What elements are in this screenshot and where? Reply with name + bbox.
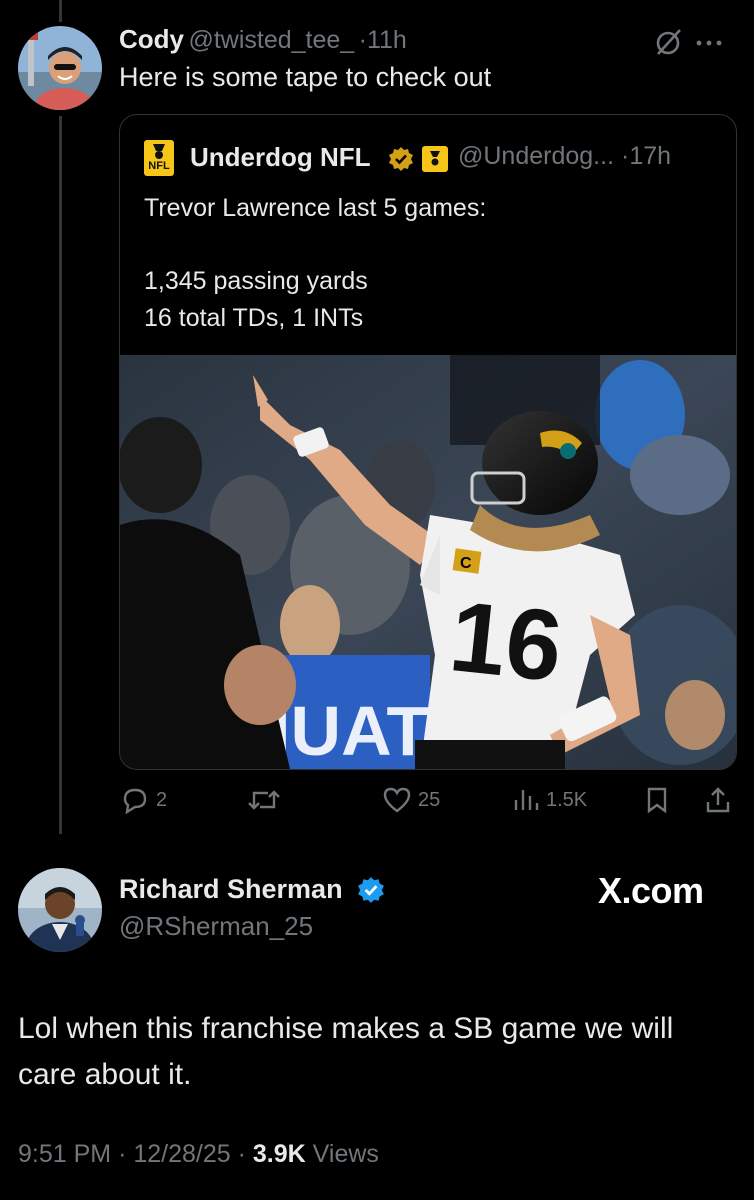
cody-tweet-text: Here is some tape to check out bbox=[119, 62, 492, 92]
quoted-handle[interactable]: @Underdog... bbox=[458, 142, 614, 170]
affiliate-badge-icon bbox=[422, 146, 448, 172]
views-chart-icon bbox=[514, 790, 539, 810]
thread-line-top bbox=[59, 0, 62, 22]
tweet-views-label: Views bbox=[312, 1140, 379, 1168]
cody-avatar[interactable] bbox=[18, 26, 102, 110]
x-com-watermark: X.com bbox=[598, 870, 704, 911]
gold-verified-icon bbox=[388, 146, 414, 172]
grok-slash-icon[interactable] bbox=[652, 26, 684, 58]
jersey-number: 16 bbox=[445, 580, 567, 703]
quoted-text-line-3: 16 total TDs, 1 INTs bbox=[144, 304, 364, 332]
heart-icon bbox=[383, 787, 411, 813]
more-dots-icon[interactable] bbox=[694, 35, 724, 46]
underdog-logo-text: NFL bbox=[148, 160, 170, 172]
thread-line bbox=[59, 116, 62, 834]
tweet-views-count[interactable]: 3.9K bbox=[253, 1140, 306, 1168]
tweet-time[interactable]: 9:51 PM bbox=[18, 1140, 111, 1168]
captain-patch: C bbox=[460, 555, 472, 572]
sherman-handle[interactable]: @RSherman_25 bbox=[119, 911, 313, 942]
separator-dot: · bbox=[358, 26, 367, 54]
cody-time[interactable]: 11h bbox=[367, 26, 407, 54]
quoted-tweet-card[interactable]: NFL Underdog NFL @Underdog... ·17h Trevo… bbox=[119, 114, 737, 770]
sherman-tweet-text: Lol when this franchise makes a SB game … bbox=[18, 1012, 674, 1091]
stadium-photo-illustration: NUAT 16 C bbox=[120, 355, 736, 769]
views-action[interactable]: 1.5K bbox=[512, 786, 587, 814]
repost-icon bbox=[248, 790, 280, 810]
reply-bubble-icon bbox=[123, 788, 147, 814]
quoted-header: Underdog NFL bbox=[190, 142, 371, 173]
quoted-text-line-1: Trevor Lawrence last 5 games: bbox=[144, 194, 487, 222]
sherman-avatar[interactable] bbox=[18, 868, 102, 952]
footer-separator-1: · bbox=[118, 1140, 127, 1168]
quoted-time[interactable]: 17h bbox=[629, 142, 671, 170]
reply-action[interactable]: 2 bbox=[120, 786, 167, 814]
quoted-author-name[interactable]: Underdog NFL bbox=[190, 142, 371, 172]
blue-verified-icon bbox=[357, 876, 385, 904]
share-icon[interactable] bbox=[704, 786, 732, 814]
reply-count: 2 bbox=[156, 788, 168, 811]
bookmark-icon[interactable] bbox=[644, 786, 670, 814]
underdog-logo[interactable]: NFL bbox=[144, 140, 174, 176]
tweet-footer: 9:51 PM · 12/28/25 · 3.9K Views bbox=[18, 1140, 379, 1169]
quoted-meta: @Underdog... ·17h bbox=[458, 142, 671, 171]
quoted-photo[interactable]: NUAT 16 C bbox=[120, 355, 736, 769]
views-count: 1.5K bbox=[546, 788, 588, 811]
tweet-date[interactable]: 12/28/25 bbox=[133, 1140, 230, 1168]
like-count: 25 bbox=[418, 788, 441, 811]
cody-name[interactable]: Cody bbox=[119, 24, 184, 54]
cody-header: Cody @twisted_tee_ ·11h bbox=[119, 24, 407, 55]
repost-action[interactable] bbox=[246, 786, 288, 814]
footer-separator-2: · bbox=[237, 1140, 246, 1168]
like-action[interactable]: 25 bbox=[382, 786, 440, 814]
sherman-name[interactable]: Richard Sherman bbox=[119, 874, 343, 905]
cody-handle[interactable]: @twisted_tee_ bbox=[188, 26, 354, 54]
quoted-text-line-2: 1,345 passing yards bbox=[144, 267, 368, 295]
